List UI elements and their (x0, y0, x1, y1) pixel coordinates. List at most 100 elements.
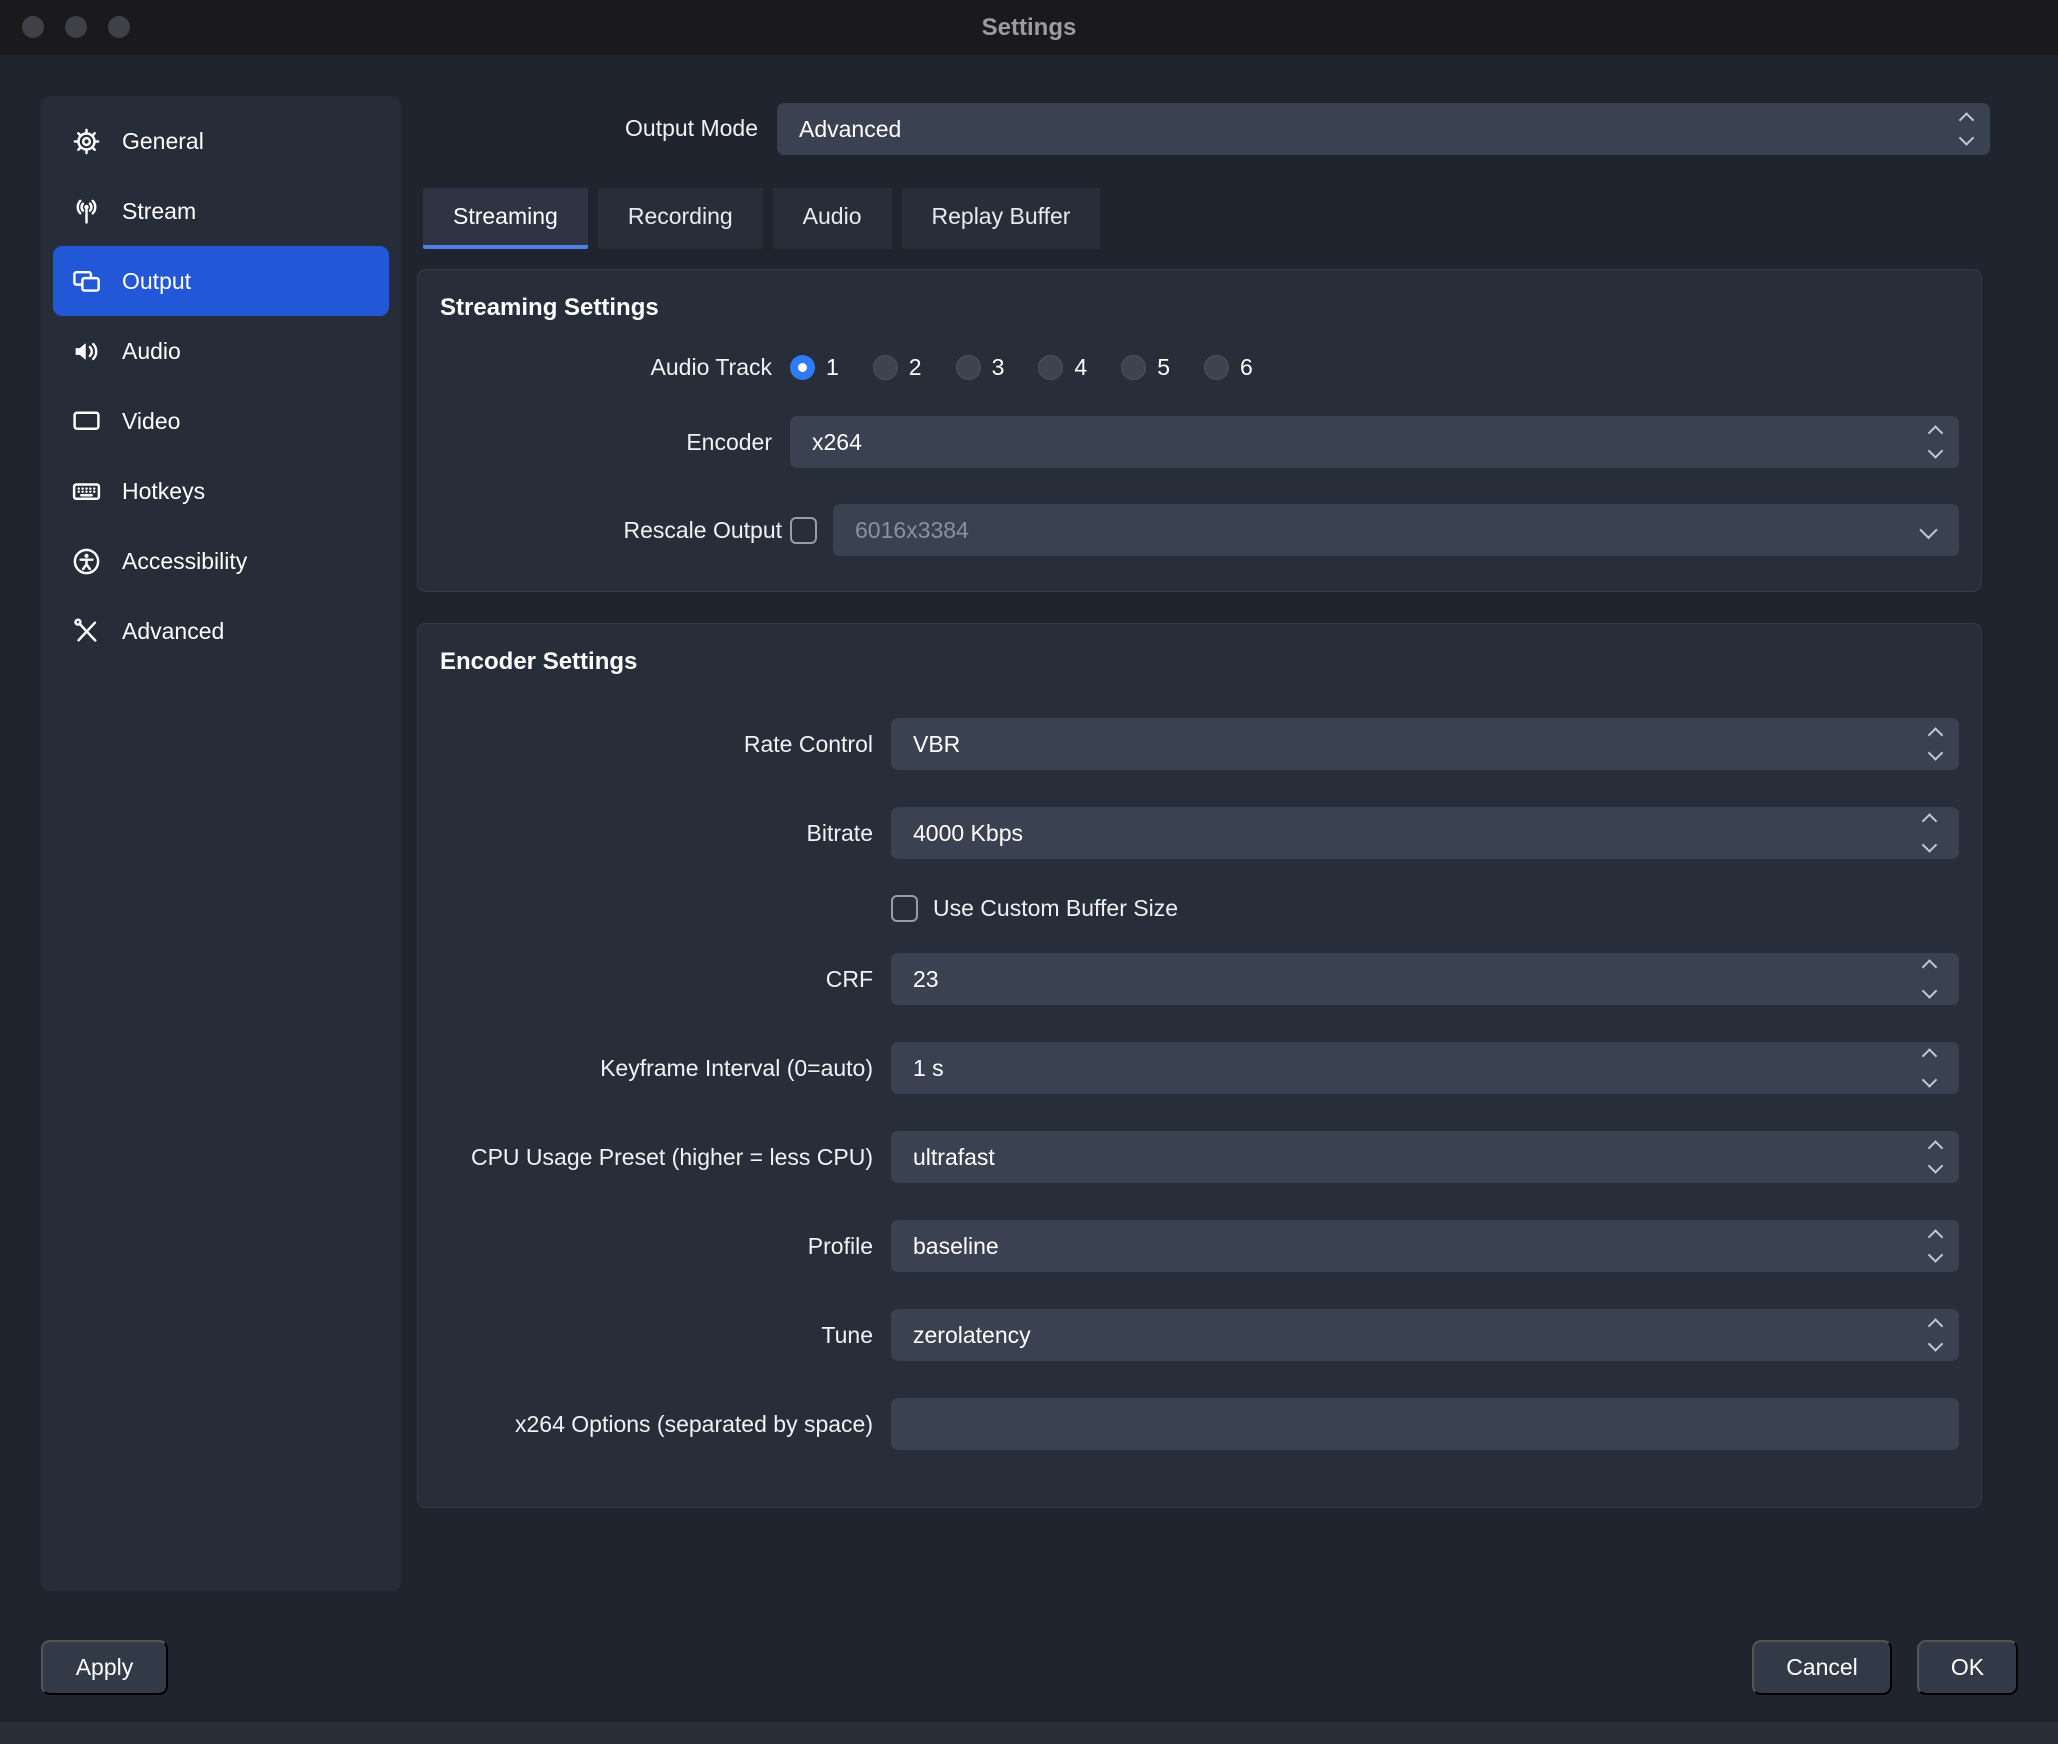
use-custom-buffer-row: Use Custom Buffer Size (891, 891, 1959, 925)
encoder-settings-panel: Encoder Settings Rate Control VBR Bitrat… (417, 623, 1982, 1508)
spinner-arrows (1924, 962, 1935, 997)
radio-button[interactable] (1121, 355, 1146, 380)
sidebar-item-accessibility[interactable]: Accessibility (53, 526, 389, 596)
sidebar-item-output[interactable]: Output (53, 246, 389, 316)
select-arrows (1930, 428, 1941, 457)
keyframe-interval-spinbox[interactable]: 1 s (891, 1042, 1959, 1094)
crf-row: CRF 23 (440, 953, 1959, 1005)
sidebar-item-label: General (122, 128, 204, 155)
select-arrows (1930, 1232, 1941, 1261)
tab-replay-buffer[interactable]: Replay Buffer (902, 188, 1101, 249)
bitrate-spinbox[interactable]: 4000 Kbps (891, 807, 1959, 859)
sidebar-item-label: Stream (122, 198, 196, 225)
audio-track-option-2[interactable]: 2 (873, 354, 922, 381)
sidebar-item-audio[interactable]: Audio (53, 316, 389, 386)
x264-options-row: x264 Options (separated by space) (440, 1398, 1959, 1450)
sidebar-item-label: Accessibility (122, 548, 247, 575)
encoder-select[interactable]: x264 (790, 416, 1959, 468)
panel-title: Streaming Settings (440, 294, 1959, 322)
rate-control-row: Rate Control VBR (440, 718, 1959, 770)
cpu-usage-preset-select[interactable]: ultrafast (891, 1131, 1959, 1183)
chevron-up-icon (1928, 727, 1944, 743)
rate-control-select[interactable]: VBR (891, 718, 1959, 770)
output-mode-select[interactable]: Advanced (777, 103, 1990, 155)
titlebar: Settings (0, 0, 2058, 55)
rescale-output-row: Rescale Output 6016x3384 (440, 504, 1959, 556)
output-icon (71, 266, 102, 297)
rescale-output-checkbox[interactable] (790, 517, 817, 544)
streaming-settings-panel: Streaming Settings Audio Track 1 2 3 4 (417, 269, 1982, 592)
sidebar-item-general[interactable]: General (53, 106, 389, 176)
output-mode-value: Advanced (799, 116, 901, 143)
cancel-button[interactable]: Cancel (1752, 1640, 1892, 1695)
radio-button-selected[interactable] (790, 355, 815, 380)
chevron-down-icon (1919, 521, 1937, 539)
sidebar-item-video[interactable]: Video (53, 386, 389, 456)
cpu-usage-preset-row: CPU Usage Preset (higher = less CPU) ult… (440, 1131, 1959, 1183)
spin-down-button[interactable] (1922, 837, 1938, 853)
rescale-output-select[interactable]: 6016x3384 (833, 504, 1959, 556)
sidebar-item-hotkeys[interactable]: Hotkeys (53, 456, 389, 526)
profile-select[interactable]: baseline (891, 1220, 1959, 1272)
audio-track-label: Audio Track (440, 354, 790, 381)
spin-up-button[interactable] (1922, 1048, 1938, 1064)
sidebar-item-label: Hotkeys (122, 478, 205, 505)
chevron-up-icon (1928, 1229, 1944, 1245)
close-button[interactable] (22, 16, 44, 38)
minimize-button[interactable] (65, 16, 87, 38)
audio-track-option-3[interactable]: 3 (956, 354, 1005, 381)
tab-audio[interactable]: Audio (773, 188, 892, 249)
chevron-down-icon (1928, 745, 1944, 761)
sidebar-item-stream[interactable]: Stream (53, 176, 389, 246)
tune-select[interactable]: zerolatency (891, 1309, 1959, 1361)
spin-down-button[interactable] (1922, 983, 1938, 999)
audio-track-option-4[interactable]: 4 (1038, 354, 1087, 381)
crf-spinbox[interactable]: 23 (891, 953, 1959, 1005)
speaker-icon (71, 336, 102, 367)
output-mode-label: Output Mode (540, 115, 758, 142)
select-arrows (1922, 524, 1935, 537)
chevron-down-icon (1928, 1336, 1944, 1352)
spin-down-button[interactable] (1922, 1072, 1938, 1088)
select-arrows (1961, 115, 1972, 144)
traffic-lights (22, 16, 130, 38)
chevron-down-icon (1928, 1247, 1944, 1263)
sidebar-item-label: Advanced (122, 618, 224, 645)
audio-track-option-1[interactable]: 1 (790, 354, 839, 381)
zoom-button[interactable] (108, 16, 130, 38)
window-bottom-edge (0, 1722, 2058, 1744)
chevron-up-icon (1959, 112, 1975, 128)
spinner-arrows (1924, 1051, 1935, 1086)
encoder-label: Encoder (440, 429, 790, 456)
chevron-up-icon (1928, 425, 1944, 441)
use-custom-buffer-checkbox[interactable] (891, 895, 918, 922)
select-arrows (1930, 730, 1941, 759)
window-title: Settings (982, 14, 1077, 42)
radio-button[interactable] (956, 355, 981, 380)
audio-track-option-6[interactable]: 6 (1204, 354, 1253, 381)
select-arrows (1930, 1321, 1941, 1350)
spin-up-button[interactable] (1922, 959, 1938, 975)
output-tabs: Streaming Recording Audio Replay Buffer (423, 188, 1100, 249)
tab-streaming[interactable]: Streaming (423, 188, 588, 249)
radio-button[interactable] (1204, 355, 1229, 380)
x264-options-input[interactable] (891, 1398, 1959, 1450)
audio-track-option-5[interactable]: 5 (1121, 354, 1170, 381)
audio-track-row: Audio Track 1 2 3 4 5 (440, 350, 1959, 384)
sidebar-item-advanced[interactable]: Advanced (53, 596, 389, 666)
keyframe-interval-row: Keyframe Interval (0=auto) 1 s (440, 1042, 1959, 1094)
spin-up-button[interactable] (1922, 813, 1938, 829)
gear-icon (71, 126, 102, 157)
profile-row: Profile baseline (440, 1220, 1959, 1272)
chevron-up-icon (1928, 1140, 1944, 1156)
accessibility-icon (71, 546, 102, 577)
tab-recording[interactable]: Recording (598, 188, 763, 249)
chevron-up-icon (1928, 1318, 1944, 1334)
radio-button[interactable] (1038, 355, 1063, 380)
sidebar-item-label: Audio (122, 338, 181, 365)
spinner-arrows (1924, 816, 1935, 851)
radio-button[interactable] (873, 355, 898, 380)
ok-button[interactable]: OK (1917, 1640, 2018, 1695)
apply-button[interactable]: Apply (41, 1640, 168, 1695)
display-icon (71, 406, 102, 437)
